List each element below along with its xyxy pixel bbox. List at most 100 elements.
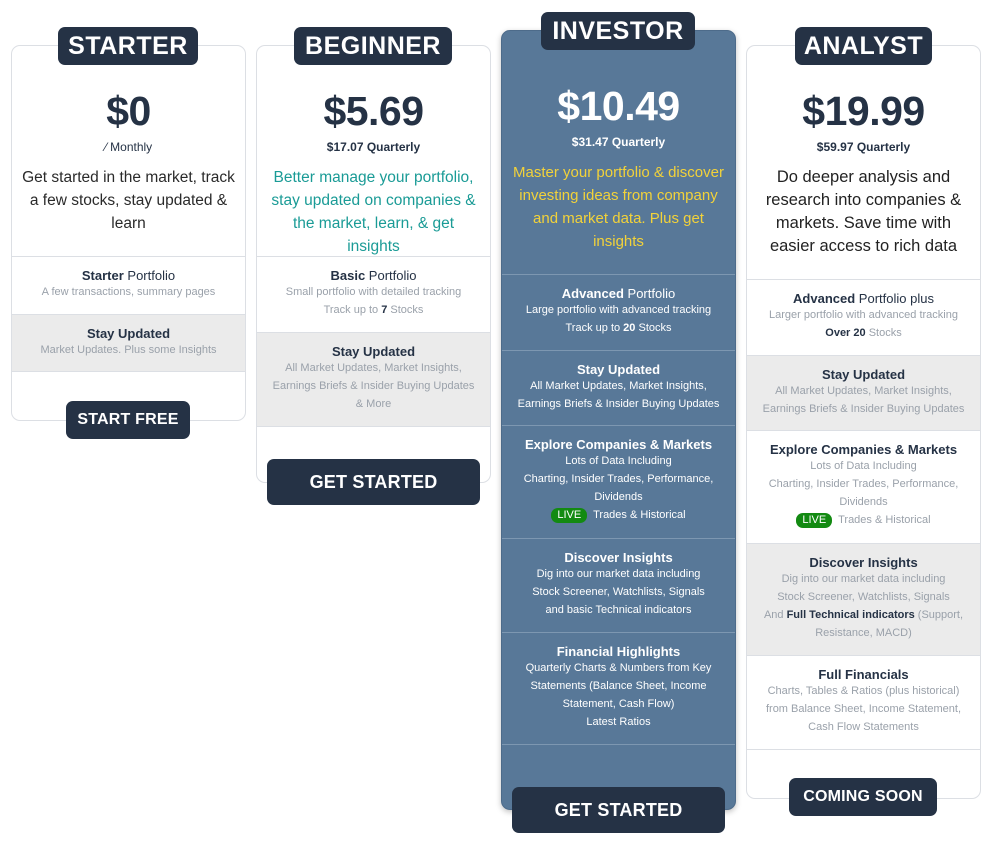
feature-line: All Market Updates, Market Insights, [285, 362, 462, 374]
plan-price: $19.99 [802, 88, 925, 134]
plan-billing: $31.47 Quarterly [571, 135, 666, 149]
feature-line: and basic Technical indicators [545, 604, 692, 616]
plan-title-investor: INVESTOR [541, 12, 695, 50]
feature-line: Lots of Data Including [810, 460, 917, 472]
get-started-button-beginner[interactable]: GET STARTED [267, 459, 480, 505]
live-badge: LIVE [796, 513, 833, 528]
plan-billing: ⁄ Monthly [104, 140, 153, 154]
feature-explore: Explore Companies & Markets Lots of Data… [502, 425, 735, 538]
track-count: Over 20 [825, 327, 866, 339]
plan-price: $10.49 [557, 83, 680, 129]
feature-line: Large portfolio with advanced tracking [525, 304, 712, 316]
feature-line: Quarterly Charts & Numbers from Key [525, 662, 712, 674]
technical-bold: Full Technical indicators [786, 609, 915, 621]
technical-prefix: And [763, 609, 787, 621]
feature-title: Starter [81, 268, 124, 283]
feature-title-rest: Portfolio [123, 268, 176, 283]
feature-title: Stay Updated [576, 362, 661, 377]
feature-title: Discover Insights [809, 555, 918, 570]
feature-line: Resistance, MACD) [815, 627, 912, 639]
feature-stay-updated: Stay Updated Market Updates. Plus some I… [12, 314, 245, 371]
track-prefix: Track up to [565, 322, 624, 334]
plan-description: Better manage your portfolio, stay updat… [271, 169, 476, 255]
feature-line: Earnings Briefs & Insider Buying Updates [272, 380, 475, 392]
feature-title: Stay Updated [821, 367, 906, 382]
feature-title-rest: Portfolio [365, 268, 417, 283]
feature-title: Advanced [793, 291, 856, 306]
feature-line: Statement, Cash Flow) [562, 698, 675, 710]
plan-billing: $59.97 Quarterly [816, 140, 911, 154]
feature-title: Stay Updated [331, 344, 416, 359]
feature-title: Explore Companies & Markets [524, 437, 713, 452]
plan-card-starter: $0 ⁄ Monthly Get started in the market, … [11, 45, 246, 421]
get-started-button-investor[interactable]: GET STARTED [512, 787, 725, 833]
feature-line: All Market Updates, Market Insights, [775, 385, 952, 397]
feature-line: Stock Screener, Watchlists, Signals [532, 586, 705, 598]
feature-line: Charting, Insider Trades, Performance, [523, 473, 714, 485]
feature-title: Explore Companies & Markets [769, 442, 958, 457]
feature-line: Dig into our market data including [536, 568, 701, 580]
section-divider [502, 744, 735, 745]
feature-line: Earnings Briefs & Insider Buying Updates [762, 403, 965, 415]
feature-track-limit: Track up to 7 Stocks [257, 301, 490, 319]
feature-stay-updated: Stay Updated All Market Updates, Market … [502, 350, 735, 425]
feature-title: Financial Highlights [556, 644, 681, 659]
feature-title: Stay Updated [86, 326, 171, 341]
section-divider [747, 749, 980, 750]
feature-line: Stock Screener, Watchlists, Signals [777, 591, 950, 603]
feature-line: All Market Updates, Market Insights, [530, 380, 707, 392]
feature-full-financials: Full Financials Charts, Tables & Ratios … [747, 655, 980, 749]
feature-line: Dividends [839, 496, 888, 508]
feature-title: Basic [330, 268, 366, 283]
section-divider [257, 426, 490, 427]
feature-line: from Balance Sheet, Income Statement, [765, 703, 962, 715]
feature-explore: Explore Companies & Markets Lots of Data… [747, 430, 980, 543]
feature-line: Charts, Tables & Ratios (plus historical… [767, 685, 960, 697]
feature-live-line: LIVE Trades & Historical [502, 506, 735, 524]
feature-line: Market Updates. Plus some Insights [40, 344, 217, 356]
coming-soon-button[interactable]: COMING SOON [789, 778, 937, 816]
live-badge: LIVE [551, 508, 588, 523]
plan-title-analyst: ANALYST [795, 27, 932, 65]
feature-track-limit: Track up to 20 Stocks [502, 319, 735, 337]
plan-title-beginner: BEGINNER [294, 27, 452, 65]
plan-card-investor: $10.49 $31.47 Quarterly Master your port… [501, 30, 736, 810]
feature-portfolio: Advanced Portfolio plus Larger portfolio… [747, 279, 980, 355]
track-suffix: Stocks [387, 304, 424, 316]
feature-financial-highlights: Financial Highlights Quarterly Charts & … [502, 632, 735, 744]
feature-discover-insights: Discover Insights Dig into our market da… [747, 543, 980, 655]
feature-title: Discover Insights [564, 550, 673, 565]
plan-price: $0 [106, 88, 151, 134]
plan-billing: $17.07 Quarterly [326, 140, 421, 154]
start-free-button[interactable]: START FREE [66, 401, 190, 439]
plan-description: Get started in the market, track a few s… [22, 169, 235, 232]
track-count: 20 [623, 322, 636, 334]
plan-description: Do deeper analysis and research into com… [765, 168, 962, 255]
feature-line: Latest Ratios [586, 716, 651, 728]
feature-discover-insights: Discover Insights Dig into our market da… [502, 538, 735, 632]
feature-title-rest: Portfolio plus [855, 291, 934, 306]
feature-line: & More [355, 398, 392, 410]
section-divider [12, 371, 245, 372]
feature-line: Small portfolio with detailed tracking [285, 286, 462, 298]
track-suffix: Stocks [635, 322, 672, 334]
track-suffix: Stocks [865, 327, 902, 339]
feature-title-rest: Portfolio [623, 286, 676, 301]
feature-portfolio: Starter Portfolio A few transactions, su… [12, 256, 245, 314]
plan-card-analyst: $19.99 $59.97 Quarterly Do deeper analys… [746, 45, 981, 799]
feature-stay-updated: Stay Updated All Market Updates, Market … [257, 332, 490, 426]
plan-price: $5.69 [323, 88, 424, 134]
feature-line: Charting, Insider Trades, Performance, [768, 478, 959, 490]
feature-line: Earnings Briefs & Insider Buying Updates [517, 398, 720, 410]
feature-line: Dig into our market data including [781, 573, 946, 585]
plan-card-beginner: $5.69 $17.07 Quarterly Better manage you… [256, 45, 491, 483]
feature-line: Lots of Data Including [565, 455, 672, 467]
feature-portfolio: Basic Portfolio Small portfolio with det… [257, 256, 490, 332]
feature-line: Dividends [594, 491, 643, 503]
feature-portfolio: Advanced Portfolio Large portfolio with … [502, 274, 735, 350]
feature-title: Advanced [561, 286, 624, 301]
feature-line: Statements (Balance Sheet, Income [530, 680, 707, 692]
feature-live-line: LIVE Trades & Historical [747, 511, 980, 529]
feature-line: A few transactions, summary pages [41, 286, 216, 298]
feature-track-limit: Over 20 Stocks [747, 324, 980, 342]
